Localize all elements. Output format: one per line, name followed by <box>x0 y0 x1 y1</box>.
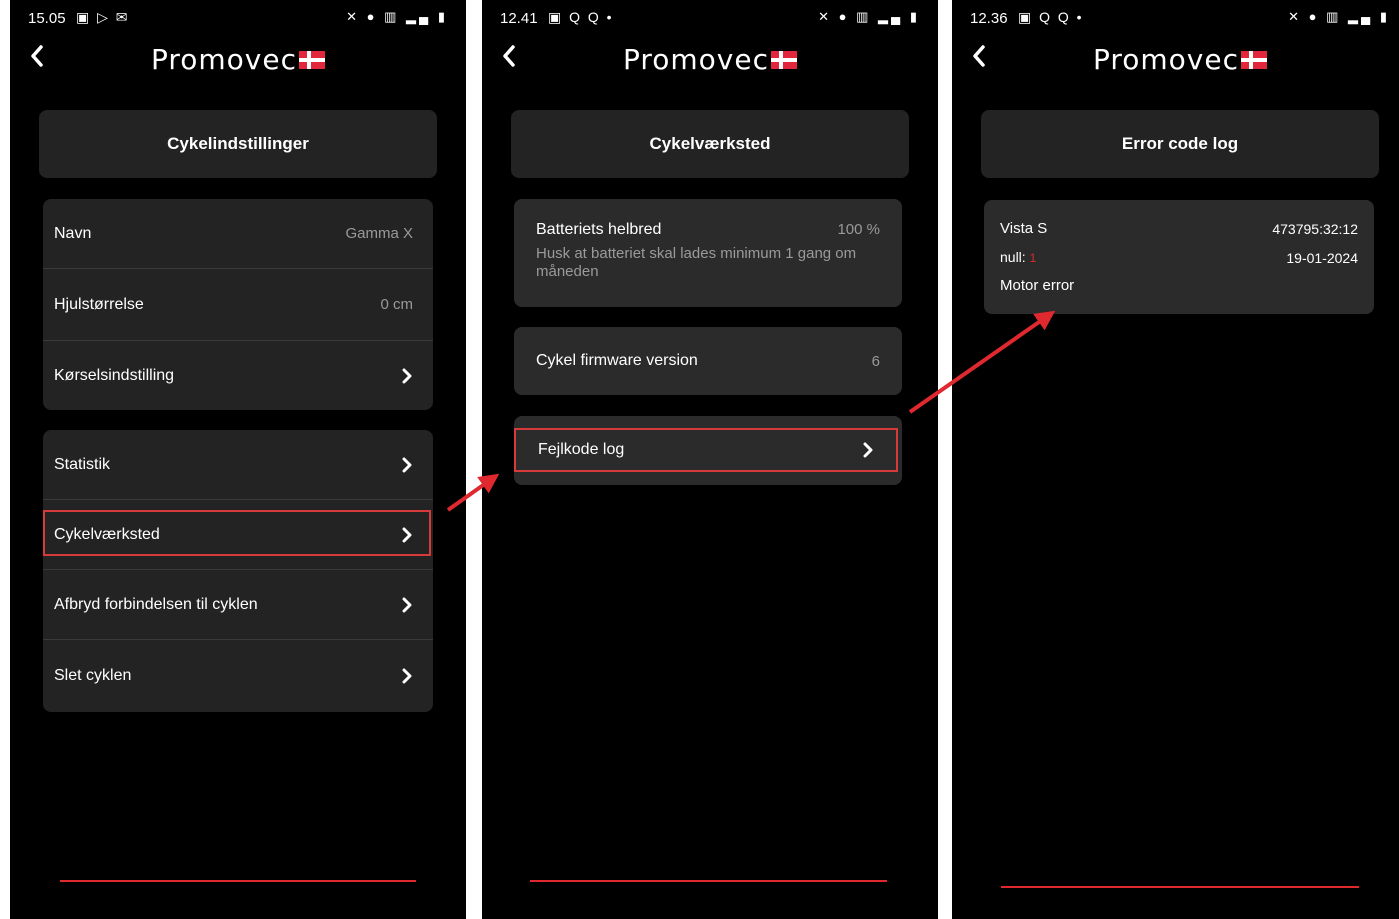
page-title: Cykelindstillinger <box>39 110 437 178</box>
error-log-entry[interactable]: Vista S 473795:32:12 null: 1 19-01-2024 … <box>984 200 1374 314</box>
row-name[interactable]: Navn Gamma X <box>43 199 433 269</box>
logo-text: Promovec <box>622 43 770 76</box>
notification-icons: ▣ ▷ ✉ <box>76 9 130 25</box>
firmware-value: 6 <box>871 352 880 370</box>
row-drive-settings[interactable]: Kørselsindstilling <box>43 341 433 410</box>
status-time: 12.36 <box>970 10 1008 27</box>
status-time: 12.41 <box>500 10 538 27</box>
row-label: Kørselsindstilling <box>54 366 175 384</box>
page-title: Error code log <box>981 110 1379 178</box>
battery-value: 100 % <box>837 221 880 238</box>
row-label: Fejlkode log <box>538 441 625 458</box>
row-statistics[interactable]: Statistik <box>43 430 433 500</box>
status-time: 15.05 <box>28 10 66 27</box>
chevron-right-icon <box>402 668 412 684</box>
bottom-accent-line <box>60 880 416 882</box>
system-icons: ✕ ● ▥ ▂▄ ▮ <box>818 9 920 24</box>
row-disconnect-bike[interactable]: Afbryd forbindelsen til cyklen <box>43 570 433 640</box>
chevron-right-icon <box>402 457 412 472</box>
logo-text: Promovec <box>1092 43 1240 76</box>
status-bar: 15.05 ▣ ▷ ✉ ✕ ● ▥ ▂▄ ▮ <box>28 8 448 32</box>
row-label: Navn <box>54 224 92 242</box>
page-title: Cykelværksted <box>511 110 909 178</box>
bike-actions-group: Statistik Cykelværksted Afbryd forbindel… <box>43 430 433 712</box>
system-icons: ✕ ● ▥ ▂▄ ▮ <box>346 9 448 24</box>
row-wheel-size[interactable]: Hjulstørrelse 0 cm <box>43 269 433 341</box>
brand-logo: Promovec <box>952 44 1399 80</box>
bottom-accent-line <box>1001 886 1359 888</box>
row-value: Gamma X <box>345 225 413 242</box>
null-label: null: <box>1000 249 1026 265</box>
chevron-right-icon <box>863 442 873 458</box>
phone-screen-bike-workshop: 12.41 ▣ Q Q • ✕ ● ▥ ▂▄ ▮ Promovec Cykelv… <box>482 0 938 919</box>
phone-screen-error-log: 12.36 ▣ Q Q • ✕ ● ▥ ▂▄ ▮ Promovec Error … <box>952 0 1399 919</box>
firmware-label: Cykel firmware version <box>536 352 698 369</box>
battery-note: Husk at batteriet skal lades minimum 1 g… <box>536 245 857 280</box>
logo-text: Promovec <box>150 43 298 76</box>
brand-logo: Promovec <box>10 44 466 80</box>
battery-health-card: Batteriets helbred 100 % Husk at batteri… <box>514 199 902 307</box>
notification-icons: ▣ Q Q • <box>1018 9 1084 25</box>
bike-info-group: Navn Gamma X Hjulstørrelse 0 cm Kørselsi… <box>43 199 433 410</box>
danish-flag-icon <box>299 51 326 69</box>
phone-screen-bike-settings: 15.05 ▣ ▷ ✉ ✕ ● ▥ ▂▄ ▮ Promovec Cykelind… <box>10 0 466 919</box>
row-label: Slet cyklen <box>54 667 132 684</box>
entry-date: 19-01-2024 <box>1286 250 1358 266</box>
entry-null-field: null: 1 <box>1000 249 1036 265</box>
row-label: Statistik <box>54 455 111 473</box>
battery-label: Batteriets helbred <box>536 221 662 238</box>
entry-bike-name: Vista S <box>1000 220 1048 237</box>
danish-flag-icon <box>771 51 798 69</box>
chevron-right-icon <box>402 597 412 612</box>
status-bar: 12.36 ▣ Q Q • ✕ ● ▥ ▂▄ ▮ <box>970 8 1390 32</box>
null-value: 1 <box>1029 251 1037 265</box>
error-log-row[interactable]: Fejlkode log <box>514 428 898 472</box>
chevron-right-icon <box>402 368 412 383</box>
bottom-accent-line <box>530 880 887 882</box>
firmware-card: Cykel firmware version 6 <box>514 327 902 395</box>
highlight-box <box>43 510 431 556</box>
entry-message: Motor error <box>1000 277 1075 294</box>
notification-icons: ▣ Q Q • <box>548 9 614 25</box>
status-bar: 12.41 ▣ Q Q • ✕ ● ▥ ▂▄ ▮ <box>500 8 920 32</box>
row-label: Hjulstørrelse <box>54 295 144 313</box>
entry-code: 473795:32:12 <box>1272 221 1358 237</box>
danish-flag-icon <box>1241 51 1268 69</box>
row-value: 0 cm <box>380 296 413 313</box>
brand-logo: Promovec <box>482 44 938 80</box>
system-icons: ✕ ● ▥ ▂▄ ▮ <box>1288 9 1390 24</box>
row-delete-bike[interactable]: Slet cyklen <box>43 640 433 712</box>
row-label: Afbryd forbindelsen til cyklen <box>54 595 258 613</box>
